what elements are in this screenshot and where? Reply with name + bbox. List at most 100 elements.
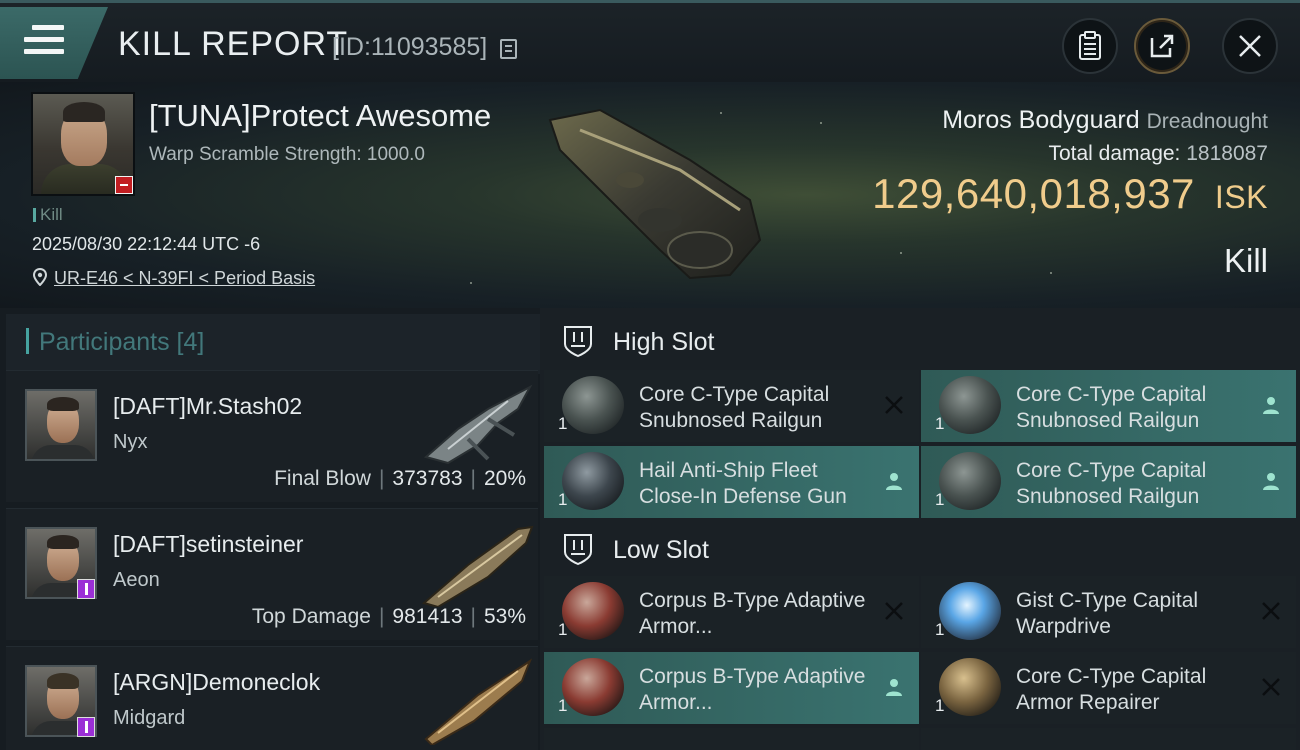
clipboard-button[interactable] — [1062, 18, 1118, 74]
victim-name[interactable]: [TUNA]Protect Awesome — [149, 98, 491, 134]
module-slot[interactable]: 1 Core C-Type Capital Snubnosed Railgun — [921, 370, 1296, 442]
module-quantity: 1 — [935, 620, 945, 639]
fitting-panel: High Slot 1 Core C-Type Capital Snubnose… — [540, 308, 1300, 750]
kill-tag: Kill — [33, 205, 63, 225]
module-slot[interactable]: 1 Core C-Type Capital Snubnosed Railgun — [544, 370, 919, 442]
total-damage-label: Total damage: — [1048, 142, 1181, 165]
close-button[interactable] — [1222, 18, 1278, 74]
participant-row[interactable]: [DAFT]Mr.Stash02 Nyx Final Blow | 373783 | 2… — [6, 370, 538, 502]
module-slot[interactable]: 1 Core C-Type Capital Armor Repairer — [921, 652, 1296, 724]
module-quantity: 1 — [558, 414, 568, 433]
copy-icon[interactable] — [500, 39, 517, 59]
participant-stats: Final Blow | 373783 | 20% — [274, 467, 526, 491]
module-name: Core C-Type Capital Armor Repairer — [1016, 665, 1207, 714]
module-slot[interactable]: 1 Gist C-Type Capital Warpdrive — [921, 576, 1296, 648]
high-slot-icon — [564, 326, 592, 358]
portrait-hair — [63, 102, 105, 122]
railgun-icon — [939, 452, 1001, 510]
low-slot-title: Low Slot — [613, 536, 709, 564]
module-name: Corpus B-Type Adaptive Armor... — [639, 589, 866, 638]
participant-row[interactable]: [DAFT]setinsteiner Aeon Top Damage | 98141… — [6, 508, 538, 640]
destroyed-icon — [1262, 602, 1280, 620]
participants-header: Participants [4] — [6, 314, 540, 374]
ship-name[interactable]: Moros Bodyguard Dreadnought — [942, 106, 1268, 135]
participant-ship: Midgard — [113, 707, 186, 729]
participant-ship-image — [421, 525, 534, 607]
menu-line — [24, 37, 64, 42]
stats-divider: | — [470, 605, 476, 628]
star-decoration — [1050, 272, 1052, 274]
module-slot[interactable]: 1 Core C-Type Capital Snubnosed Railgun — [921, 446, 1296, 518]
module-quantity: 1 — [935, 414, 945, 433]
location-link[interactable]: UR-E46 < N-39FI < Period Basis — [54, 268, 315, 289]
participant-ship: Nyx — [113, 431, 148, 453]
participant-stats: Top Damage | 981413 | 53% — [252, 605, 526, 629]
menu-button[interactable] — [24, 25, 64, 59]
avatar-hair — [47, 397, 79, 411]
participant-name: [ARGN]Demoneclok — [113, 669, 321, 695]
location-pin-icon — [33, 268, 47, 286]
dropped-person-icon — [1263, 473, 1279, 490]
module-name: Corpus B-Type Adaptive Armor... — [639, 665, 866, 714]
module-slot[interactable]: 1 Corpus B-Type Adaptive Armor... — [544, 576, 919, 648]
top-bar: KILL REPORT [ID:11093585] — [0, 0, 1300, 82]
kill-id: [ID:11093585] — [332, 33, 488, 61]
dropped-person-icon — [1263, 397, 1279, 414]
share-icon — [1150, 34, 1174, 58]
participant-row[interactable]: [ARGN]Demoneclok Midgard — [6, 646, 538, 750]
stats-divider: | — [470, 467, 476, 490]
destroyed-icon — [885, 396, 903, 414]
dropped-person-icon — [886, 679, 902, 696]
star-decoration — [470, 282, 472, 284]
module-slot[interactable]: 1 Corpus B-Type Adaptive Armor... — [544, 652, 919, 724]
armor-plate-icon — [562, 582, 624, 640]
hostile-status-icon — [115, 176, 133, 194]
module-slot[interactable] — [921, 728, 1296, 750]
warpdrive-icon — [939, 582, 1001, 640]
share-button[interactable] — [1134, 18, 1190, 74]
kill-datetime: 2025/08/30 22:12:44 UTC -6 — [32, 234, 261, 254]
module-quantity: 1 — [558, 490, 568, 509]
isk-unit: ISK — [1214, 179, 1268, 215]
railgun-icon — [939, 376, 1001, 434]
module-name: Core C-Type Capital Snubnosed Railgun — [1016, 459, 1207, 508]
module-name: Core C-Type Capital Snubnosed Railgun — [639, 383, 830, 432]
participant-role: Top Damage — [251, 605, 371, 628]
module-name: Gist C-Type Capital Warpdrive — [1016, 589, 1199, 638]
module-name: Core C-Type Capital Snubnosed Railgun — [1016, 383, 1207, 432]
participants-title: Participants [4] — [26, 328, 204, 357]
destroyed-icon — [1262, 678, 1280, 696]
participant-damage: 373783 — [392, 467, 463, 490]
participant-avatar[interactable] — [25, 389, 97, 461]
isk-value: 129,640,018,937 ISK — [872, 170, 1268, 218]
participant-ship: Aeon — [113, 569, 160, 591]
participant-role: Final Blow — [274, 467, 371, 490]
module-quantity: 1 — [935, 490, 945, 509]
high-slot-title: High Slot — [613, 328, 715, 356]
page-title: KILL REPORT — [118, 25, 349, 63]
corp-role-badge-icon — [77, 579, 95, 599]
module-quantity: 1 — [935, 696, 945, 715]
avatar-hair — [47, 673, 79, 689]
participant-ship-image — [423, 384, 533, 465]
module-slot[interactable] — [544, 728, 919, 750]
avatar-body — [31, 445, 95, 459]
victim-ship-image — [548, 108, 762, 280]
avatar-hair — [47, 535, 79, 549]
ship-type: Moros Bodyguard — [942, 106, 1140, 134]
clipboard-icon — [1079, 31, 1101, 60]
participant-ship-image — [424, 658, 533, 745]
total-damage: Total damage: 1818087 — [1048, 142, 1268, 166]
close-icon — [1239, 35, 1261, 57]
stats-divider: | — [378, 467, 385, 490]
module-slot[interactable]: 1 Hail Anti-Ship Fleet Close-In Defense … — [544, 446, 919, 518]
isk-amount: 129,640,018,937 — [872, 170, 1195, 217]
defense-gun-icon — [562, 452, 624, 510]
participant-damage: 981413 — [392, 605, 463, 628]
participant-percent: 53% — [483, 605, 526, 628]
participant-percent: 20% — [483, 467, 526, 490]
participant-name: [DAFT]setinsteiner — [113, 531, 304, 557]
corp-role-badge-icon — [77, 717, 95, 737]
module-name: Hail Anti-Ship Fleet Close-In Defense Gu… — [639, 459, 847, 508]
armor-repairer-icon — [939, 658, 1001, 716]
